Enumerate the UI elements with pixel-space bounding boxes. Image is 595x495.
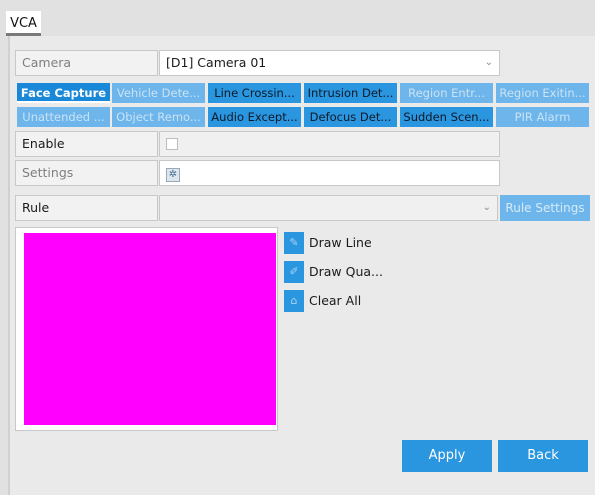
tab-line-crossing[interactable]: Line Crossin... (208, 83, 301, 103)
gear-icon[interactable]: ✲ (166, 168, 180, 182)
tab-audio-exception[interactable]: Audio Except... (208, 107, 301, 127)
tab-vehicle-detection[interactable]: Vehicle Dete... (112, 83, 205, 103)
draw-quad-label: Draw Qua... (309, 264, 383, 279)
camera-select-value: [D1] Camera 01 (166, 55, 267, 70)
settings-label: Settings (15, 160, 158, 186)
enable-cell (159, 131, 500, 157)
tab-defocus-detection[interactable]: Defocus Det... (304, 107, 397, 127)
settings-row: Settings ✲ (15, 160, 500, 186)
enable-checkbox[interactable] (166, 138, 178, 150)
chevron-down-icon: ⌄ (484, 57, 493, 68)
camera-label: Camera (15, 50, 158, 76)
tab-object-removal[interactable]: Object Remo... (112, 107, 205, 127)
edit-icon[interactable]: ✐ (284, 261, 304, 283)
apply-button[interactable]: Apply (402, 440, 492, 472)
camera-row: Camera [D1] Camera 01 ⌄ (15, 50, 500, 76)
tab-region-entrance[interactable]: Region Entr... (400, 83, 493, 103)
main-panel: Camera [D1] Camera 01 ⌄ Face Capture Veh… (8, 36, 595, 495)
camera-select[interactable]: [D1] Camera 01 ⌄ (159, 50, 500, 76)
chevron-down-icon: ⌄ (482, 202, 491, 213)
rule-label: Rule (15, 195, 158, 221)
preview-panel (15, 227, 278, 431)
tab-region-exiting[interactable]: Region Exitin... (496, 83, 589, 103)
tab-face-capture[interactable]: Face Capture (17, 83, 110, 103)
video-preview-canvas[interactable] (24, 233, 276, 425)
tab-sudden-scene-change[interactable]: Sudden Scen... (400, 107, 493, 127)
tab-intrusion-detection[interactable]: Intrusion Det... (304, 83, 397, 103)
rule-select[interactable]: ⌄ (159, 195, 498, 221)
settings-cell: ✲ (159, 160, 500, 186)
enable-label: Enable (15, 131, 158, 157)
title-bar: VCA (0, 0, 595, 36)
enable-row: Enable (15, 131, 500, 157)
tab-pir-alarm[interactable]: PIR Alarm (496, 107, 589, 127)
draw-line-label: Draw Line (309, 235, 372, 250)
clear-all-label: Clear All (309, 293, 362, 308)
rule-settings-button[interactable]: Rule Settings (500, 195, 590, 221)
rule-row: Rule ⌄ Rule Settings (15, 195, 595, 221)
clear-icon[interactable]: ⌂ (284, 290, 304, 312)
pencil-icon[interactable]: ✎ (284, 232, 304, 254)
tab-vca[interactable]: VCA (6, 11, 41, 36)
back-button[interactable]: Back (498, 440, 588, 472)
tab-unattended-baggage[interactable]: Unattended ... (17, 107, 110, 127)
